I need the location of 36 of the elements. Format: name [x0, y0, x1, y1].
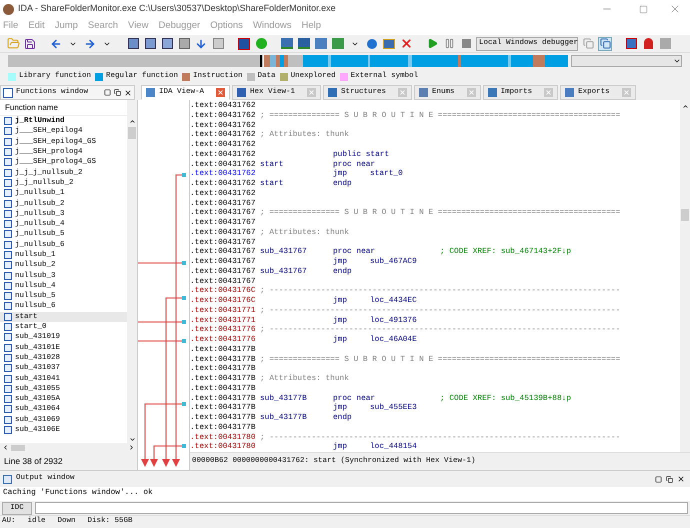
line-count: Line 38 of 2932 — [4, 454, 63, 468]
maximize-icon[interactable] — [104, 89, 111, 96]
scroll-right-icon[interactable] — [128, 444, 135, 451]
vertical-scrollbar[interactable] — [127, 100, 137, 443]
scroll-down-icon[interactable] — [128, 436, 136, 443]
close-icon[interactable] — [124, 88, 132, 96]
tab-icon — [419, 88, 428, 97]
maximize-icon[interactable] — [655, 476, 662, 482]
scroll-thumb[interactable] — [128, 127, 136, 139]
tab-icon — [488, 88, 497, 97]
tab-icon — [565, 88, 574, 97]
app-icon — [3, 4, 14, 14]
copy-icon[interactable] — [598, 36, 612, 50]
tab-icon — [237, 88, 246, 97]
caret-icon — [673, 57, 681, 65]
vertical-scrollbar[interactable] — [680, 100, 690, 452]
stop-icon[interactable] — [459, 36, 473, 50]
scroll-up-icon[interactable] — [128, 118, 136, 125]
scroll-thumb[interactable] — [681, 209, 689, 221]
tab-icon — [146, 88, 155, 97]
horizontal-scrollbar[interactable] — [0, 443, 137, 452]
restore-icon[interactable] — [114, 89, 121, 96]
navigation-band-drawing[interactable] — [8, 55, 568, 67]
scroll-thumb[interactable] — [11, 444, 25, 450]
copy-icon[interactable] — [581, 36, 595, 50]
scroll-up-icon[interactable] — [682, 103, 688, 110]
scroll-left-icon[interactable] — [2, 444, 9, 451]
restore-icon[interactable] — [666, 476, 673, 482]
save-icon[interactable] — [23, 36, 37, 50]
window-icon — [3, 474, 12, 484]
function-icon — [3, 88, 13, 98]
close-icon[interactable] — [669, 3, 681, 15]
window-title: IDA - ShareFolderMonitor.exe C:\Users\30537\Desktop\ShareFolderMonitor.exe — [18, 2, 336, 16]
close-icon[interactable] — [677, 475, 685, 483]
tab-icon — [328, 88, 338, 97]
command-input[interactable] — [35, 502, 688, 514]
